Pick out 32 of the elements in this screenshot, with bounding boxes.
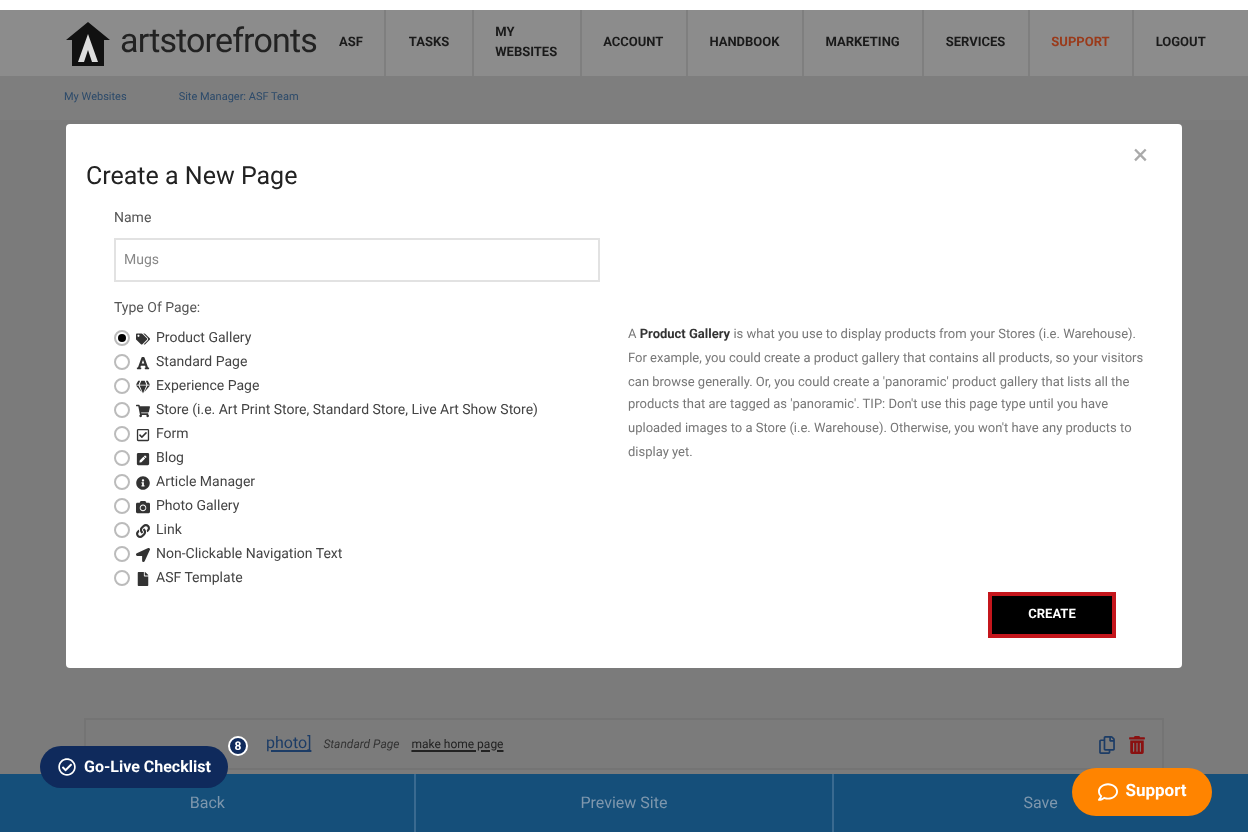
link-icon xyxy=(136,523,150,537)
radio-button[interactable] xyxy=(114,450,130,466)
logo-icon xyxy=(64,19,112,67)
radio-button[interactable] xyxy=(114,378,130,394)
arrow-icon xyxy=(136,547,150,561)
radio-button[interactable] xyxy=(114,498,130,514)
camera-icon xyxy=(136,499,150,513)
radio-button[interactable] xyxy=(114,354,130,370)
radio-button[interactable] xyxy=(114,330,130,346)
checkbox-icon xyxy=(136,427,150,441)
copy-icon[interactable] xyxy=(1098,735,1116,753)
radio-button[interactable] xyxy=(114,474,130,490)
radio-button[interactable] xyxy=(114,570,130,586)
info-icon xyxy=(136,475,150,489)
letter-icon xyxy=(136,355,150,369)
radio-button[interactable] xyxy=(114,402,130,418)
file-icon xyxy=(136,571,150,585)
chat-icon xyxy=(1097,782,1118,802)
page-link[interactable]: photo] xyxy=(266,732,312,756)
logo-text: artstorefronts xyxy=(120,19,317,66)
dialog-title: Create a New Page xyxy=(86,160,298,196)
radio-button[interactable] xyxy=(114,426,130,442)
diamond-icon xyxy=(136,379,150,393)
pencil-icon xyxy=(136,451,150,465)
check-icon xyxy=(58,758,76,776)
checklist-button[interactable]: Go-Live Checklist xyxy=(40,746,229,788)
radio-button[interactable] xyxy=(114,546,130,562)
radio-button[interactable] xyxy=(114,522,130,538)
cart-icon xyxy=(136,403,150,417)
footer-button[interactable]: Preview Site xyxy=(414,774,832,832)
trash-icon[interactable] xyxy=(1128,735,1146,753)
tags-icon xyxy=(136,331,150,345)
